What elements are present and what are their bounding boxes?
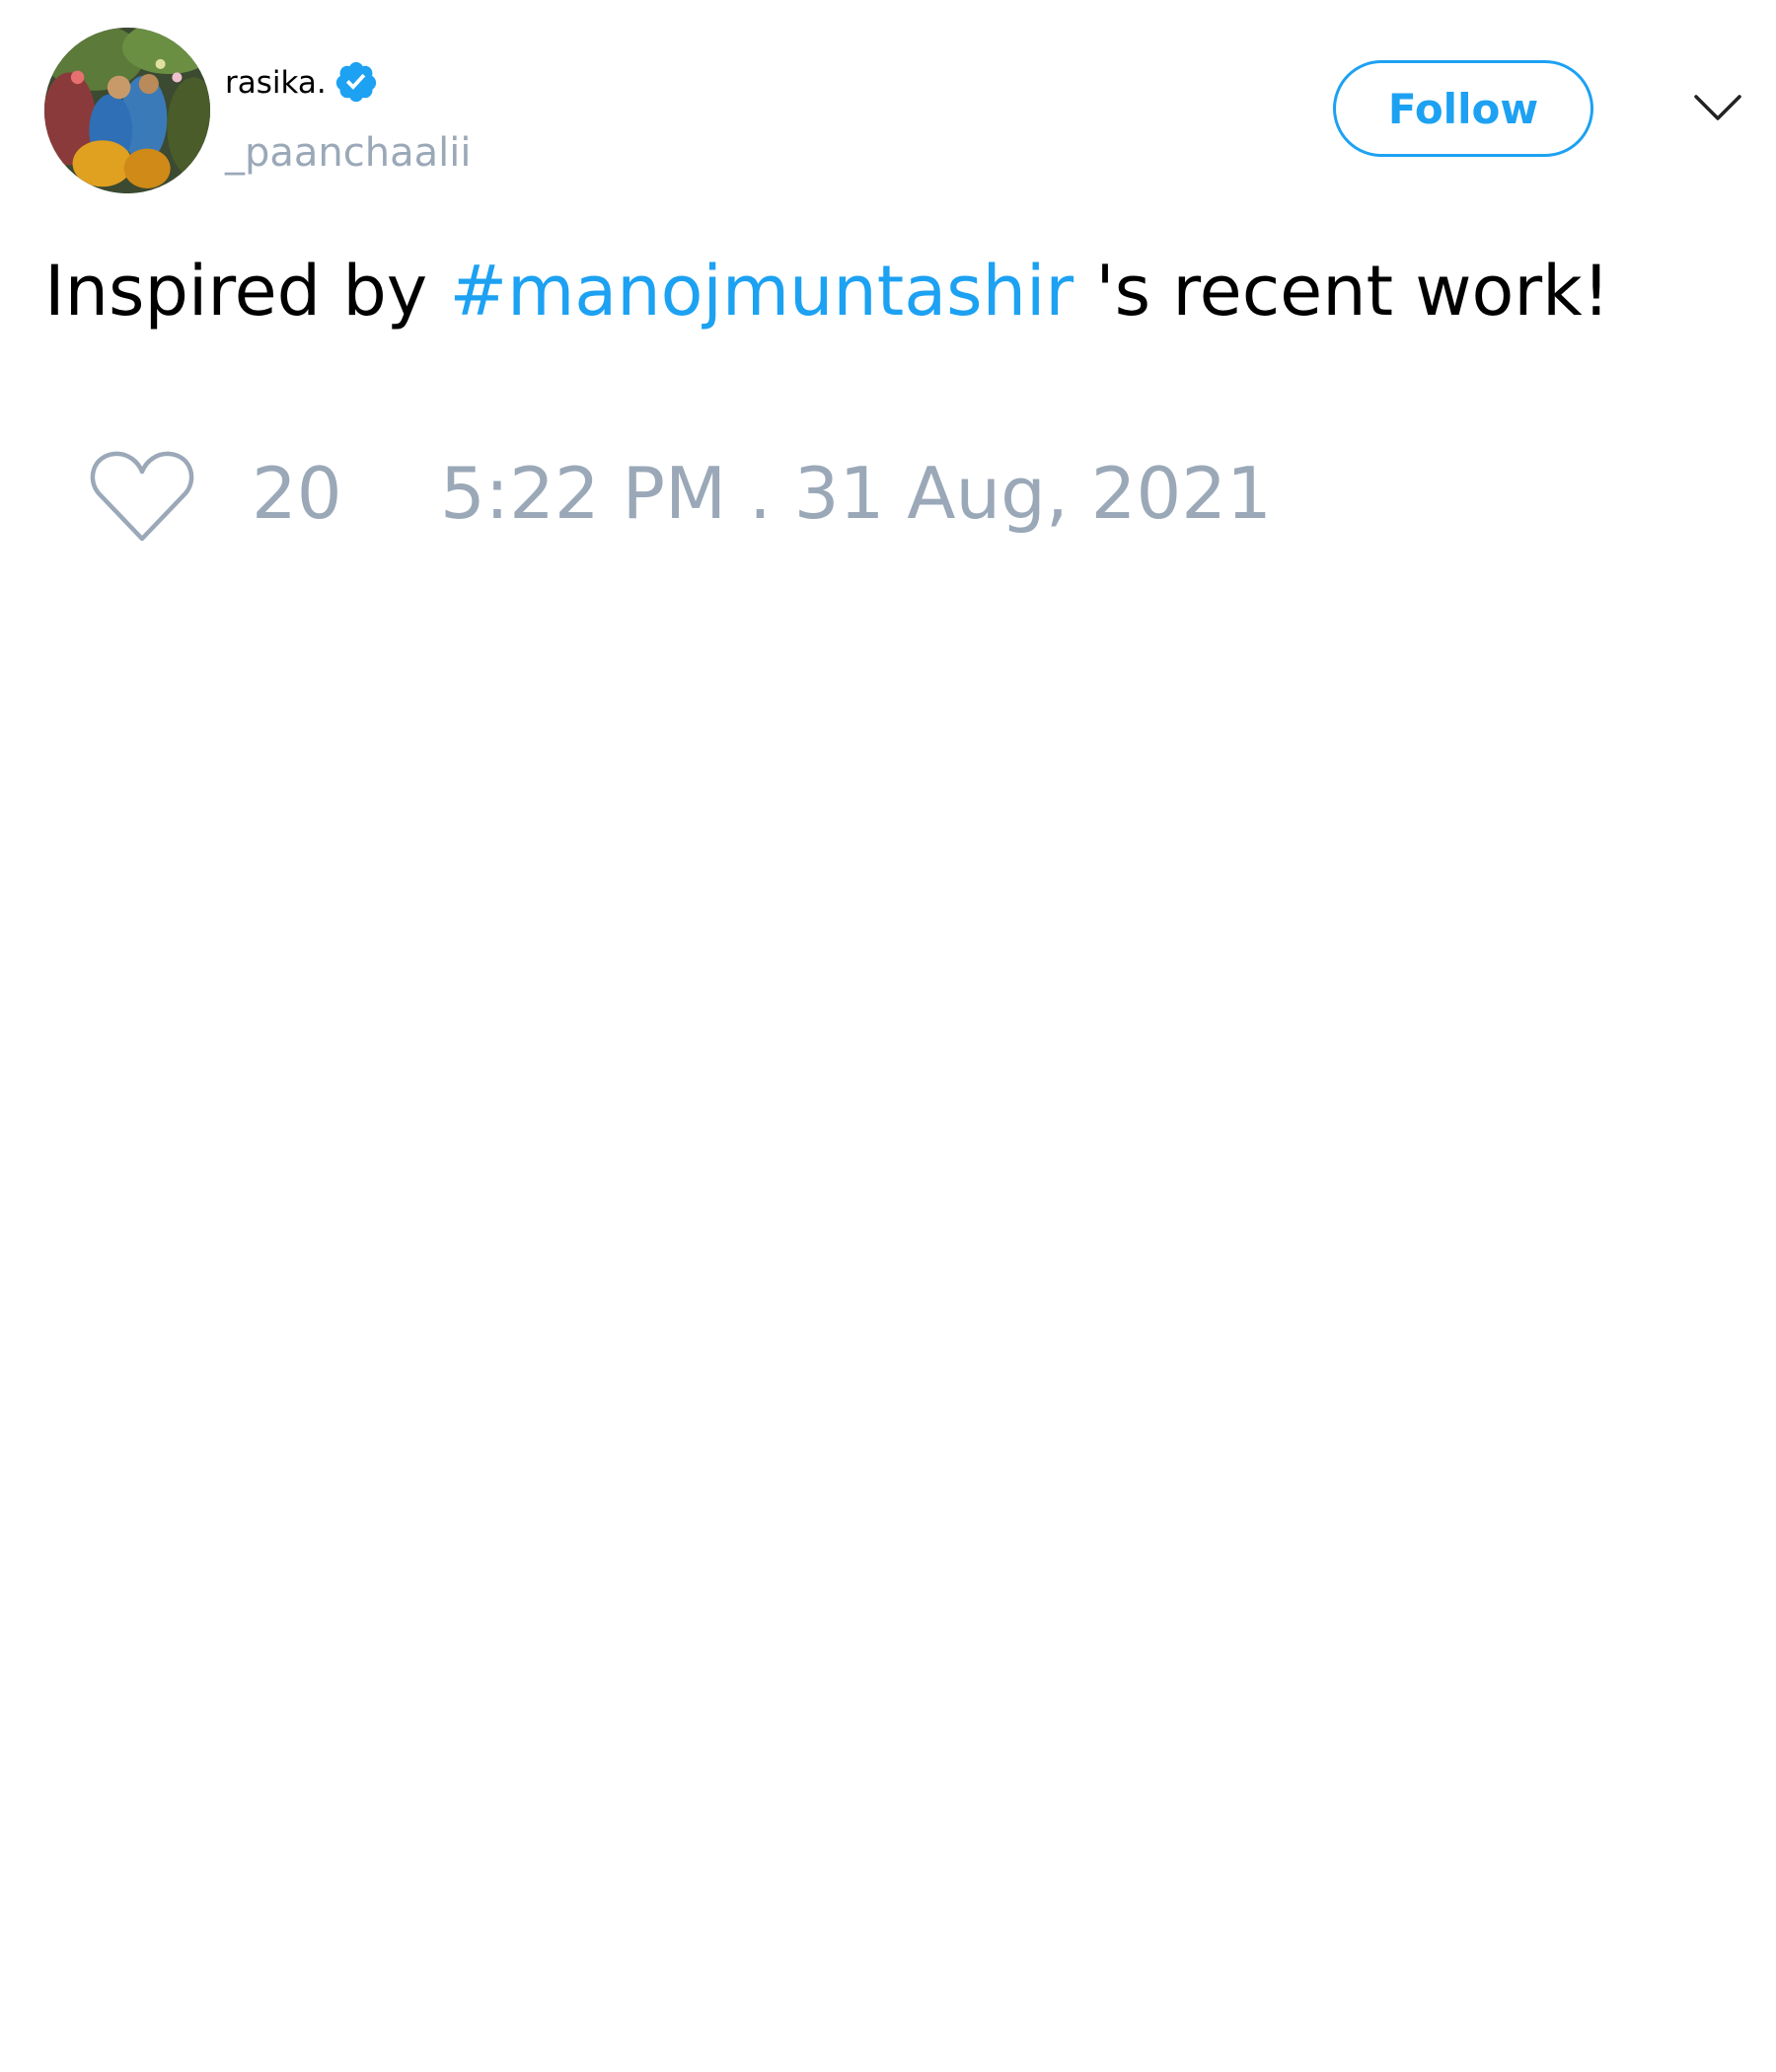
like-count[interactable]: 20 xyxy=(252,452,342,535)
user-handle[interactable]: _paanchaalii xyxy=(225,130,471,176)
avatar-image xyxy=(44,28,210,193)
hashtag-link[interactable]: #manojmuntashir xyxy=(449,251,1073,332)
tweet-text-before: Inspired by xyxy=(44,251,450,332)
tweet-text: Inspired by #manojmuntashir 's recent wo… xyxy=(44,251,1610,332)
verified-badge-icon xyxy=(333,59,379,105)
display-name[interactable]: rasika. xyxy=(225,65,327,101)
avatar[interactable] xyxy=(44,28,210,193)
heart-icon[interactable] xyxy=(89,448,195,543)
follow-button[interactable]: Follow xyxy=(1333,60,1593,157)
tweet-text-after: 's recent work! xyxy=(1073,251,1610,332)
chevron-down-icon[interactable] xyxy=(1693,91,1742,124)
timestamp[interactable]: 5:22 PM . 31 Aug, 2021 xyxy=(440,452,1272,535)
